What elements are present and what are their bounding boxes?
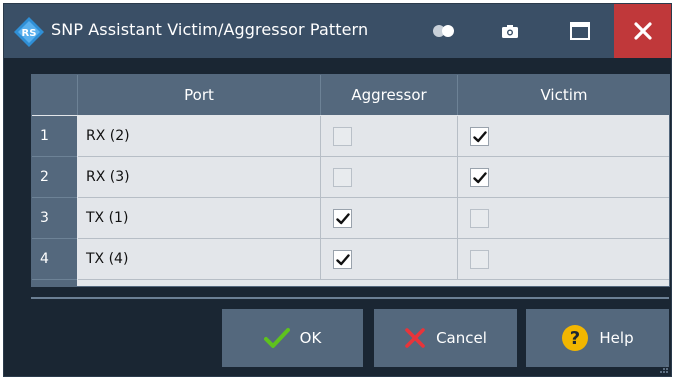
victim-checkbox[interactable] [470,249,489,269]
header-corner [32,75,77,115]
row-number: 1 [32,116,77,157]
victim-checkbox[interactable] [470,167,489,187]
aggressor-checkbox[interactable] [333,167,352,187]
divider [31,297,669,299]
ok-label: OK [299,329,322,347]
checkmark-icon [336,212,350,224]
svg-text:RS: RS [22,28,37,39]
victim-checkbox[interactable] [470,208,489,228]
snp-assistant-dialog: RS SNP Assistant Victim/Aggressor Patter… [3,3,672,377]
column-header-aggressor[interactable]: Aggressor [321,75,457,115]
svg-text:?: ? [570,328,580,349]
row-number: 3 [32,198,77,239]
checkmark-icon [473,130,487,142]
resize-grip-icon[interactable] [660,365,668,373]
port-cell[interactable]: RX (3) [78,157,321,198]
help-label: Help [599,329,634,347]
port-cell[interactable]: TX (1) [78,198,321,239]
port-cell[interactable]: TX (4) [78,239,321,280]
checkmark-icon [473,171,487,183]
cancel-button[interactable]: Cancel [374,309,517,367]
row-number: 4 [32,239,77,280]
victim-cell [458,157,669,198]
row-number: 2 [32,157,77,198]
toggle-icon [433,25,454,37]
rs-logo-icon: RS [14,17,44,47]
maximize-button[interactable] [564,4,596,58]
aggressor-cell [321,157,458,198]
toggle-button[interactable] [428,4,460,58]
aggressor-checkbox[interactable] [333,249,352,269]
x-icon [405,328,425,348]
aggressor-cell [321,198,458,239]
check-icon [263,328,290,348]
port-cell[interactable]: RX (2) [78,116,321,157]
row-number-filler [32,280,77,286]
victim-cell [458,116,669,157]
title-bar[interactable]: RS SNP Assistant Victim/Aggressor Patter… [4,4,671,58]
maximize-icon [570,22,590,40]
question-icon: ? [562,325,589,351]
window-title: SNP Assistant Victim/Aggressor Pattern [51,20,369,39]
camera-icon [502,24,518,38]
victim-checkbox[interactable] [470,126,489,146]
aggressor-cell [321,239,458,280]
cancel-label: Cancel [436,329,487,347]
pattern-table: Port Aggressor Victim 1 RX (2) 2 RX (3) … [31,74,670,287]
close-icon [633,22,652,40]
header-divider [457,75,458,115]
column-header-port[interactable]: Port [78,75,320,115]
victim-cell [458,239,669,280]
column-header-victim[interactable]: Victim [458,75,669,115]
aggressor-cell [321,116,458,157]
checkmark-icon [336,253,350,265]
screenshot-button[interactable] [494,4,526,58]
aggressor-checkbox[interactable] [333,208,352,228]
aggressor-checkbox[interactable] [333,126,352,146]
help-button[interactable]: ? Help [526,309,669,367]
header-divider [77,75,78,115]
victim-cell [458,198,669,239]
header-divider [320,75,321,115]
ok-button[interactable]: OK [222,309,363,367]
close-button[interactable] [614,4,671,58]
